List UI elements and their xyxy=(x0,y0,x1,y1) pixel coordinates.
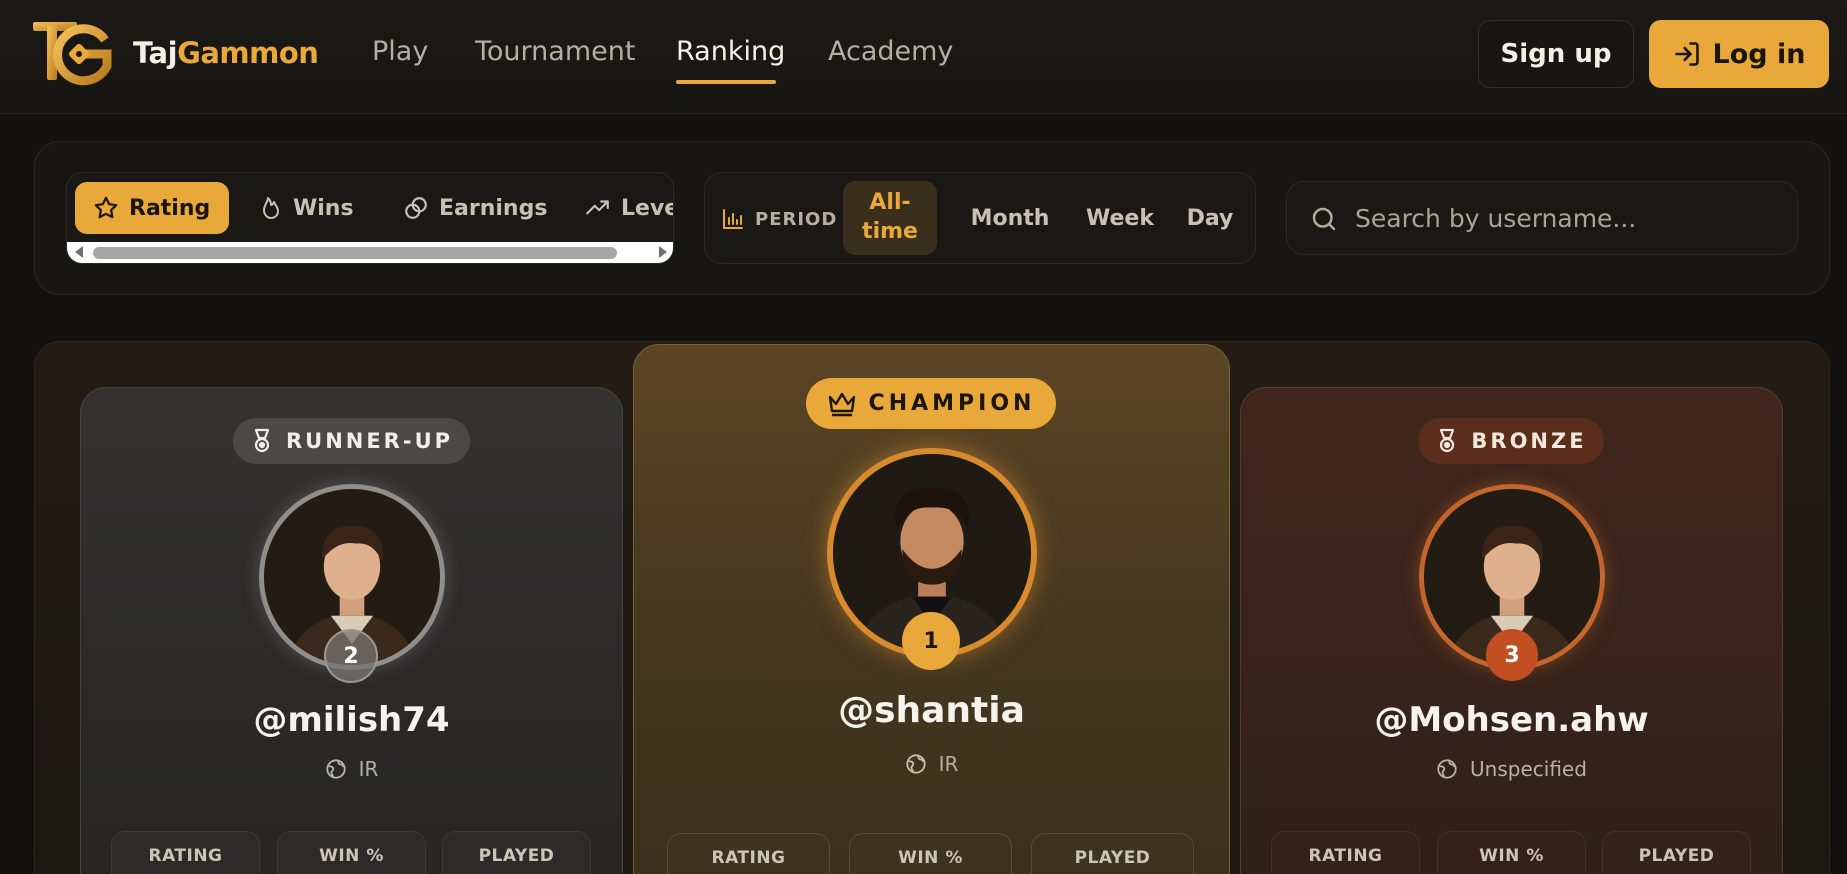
nav-tournament[interactable]: Tournament xyxy=(475,36,635,67)
champion-username[interactable]: @shantia xyxy=(633,690,1230,731)
coins-icon xyxy=(405,197,427,219)
rank-number-2: 2 xyxy=(324,629,378,683)
runner-up-stat-played: PLAYED xyxy=(442,831,591,874)
tab-earnings[interactable]: Earnings xyxy=(403,182,547,234)
star-icon xyxy=(94,196,118,219)
runner-up-badge-label: RUNNER-UP xyxy=(285,429,454,453)
globe-icon xyxy=(1437,759,1457,779)
login-label: Log in xyxy=(1712,38,1806,70)
runner-up-country: IR xyxy=(80,757,623,781)
runner-up-username[interactable]: @milish74 xyxy=(80,700,623,740)
bronze-stat-rating: RATING xyxy=(1271,831,1420,874)
champion-badge-label: CHAMPION xyxy=(868,391,1036,416)
period-selector: PERIOD All-time Month Week Day xyxy=(704,172,1256,264)
bronze-country-label: Unspecified xyxy=(1470,757,1587,781)
nav-ranking[interactable]: Ranking xyxy=(676,36,785,67)
champion-stat-rating: RATING xyxy=(667,833,830,874)
bronze-username[interactable]: @Mohsen.ahw xyxy=(1240,700,1783,740)
search-input[interactable] xyxy=(1355,198,1775,238)
tab-rating[interactable]: Rating xyxy=(75,182,229,234)
scroll-left-arrow[interactable] xyxy=(75,246,83,258)
period-month[interactable]: Month xyxy=(955,201,1065,235)
runner-up-stat-rating: RATING xyxy=(111,831,260,874)
bronze-stat-played: PLAYED xyxy=(1602,831,1751,874)
tab-wins-label: Wins xyxy=(293,195,354,221)
top-navbar: TajGammon Play Tournament Ranking Academ… xyxy=(0,0,1847,114)
brand-name-part2: Gammon xyxy=(177,36,319,70)
tab-rating-label: Rating xyxy=(129,195,211,221)
signup-button[interactable]: Sign up xyxy=(1478,20,1634,88)
rank-number-3: 3 xyxy=(1486,629,1538,681)
globe-icon xyxy=(325,759,346,779)
crown-icon xyxy=(828,392,855,416)
bronze-stat-winpct: WIN % xyxy=(1437,831,1586,874)
nav-academy[interactable]: Academy xyxy=(828,36,953,67)
medal-icon xyxy=(1440,428,1455,453)
tab-level-label: Level xyxy=(621,195,673,221)
period-day[interactable]: Day xyxy=(1175,201,1245,235)
nav-active-underline xyxy=(676,80,776,84)
runner-up-badge: RUNNER-UP xyxy=(233,418,470,464)
runner-up-stat-winpct: WIN % xyxy=(277,831,426,874)
tab-level[interactable]: Level xyxy=(585,182,673,234)
rank-number-1: 1 xyxy=(902,612,960,670)
champion-stat-winpct: WIN % xyxy=(849,833,1012,874)
metric-tabs: Rating Wins Earnings Level xyxy=(66,172,674,264)
metric-tabs-scrollbar[interactable] xyxy=(67,242,673,263)
tab-earnings-label: Earnings xyxy=(439,195,548,221)
login-icon xyxy=(1674,42,1699,66)
medal-icon xyxy=(254,428,270,453)
brand-name-part1: Taj xyxy=(133,36,178,70)
bar-chart-icon xyxy=(723,209,743,229)
scrollbar-thumb[interactable] xyxy=(93,247,617,259)
bronze-badge-label: BRONZE xyxy=(1471,429,1587,453)
period-alltime[interactable]: All-time xyxy=(843,181,937,255)
champion-country: IR xyxy=(633,752,1230,776)
period-week[interactable]: Week xyxy=(1075,201,1165,235)
search-icon xyxy=(1312,207,1336,231)
bronze-badge: BRONZE xyxy=(1418,418,1604,464)
period-label: PERIOD xyxy=(721,207,837,231)
flame-icon xyxy=(263,197,279,219)
login-button[interactable]: Log in xyxy=(1649,20,1829,88)
champion-badge: CHAMPION xyxy=(806,378,1056,429)
champion-country-label: IR xyxy=(938,752,959,776)
scroll-right-arrow[interactable] xyxy=(659,246,667,258)
brand-name[interactable]: TajGammon xyxy=(133,36,319,70)
champion-stat-played: PLAYED xyxy=(1031,833,1194,874)
bronze-country: Unspecified xyxy=(1240,757,1783,781)
runner-up-country-label: IR xyxy=(358,757,379,781)
globe-icon xyxy=(905,754,926,774)
nav-play[interactable]: Play xyxy=(372,36,428,67)
search-bar xyxy=(1286,181,1798,255)
tab-wins[interactable]: Wins xyxy=(259,182,354,234)
period-label-text: PERIOD xyxy=(755,208,838,230)
tajgammon-logo[interactable] xyxy=(33,20,115,86)
trend-up-icon xyxy=(586,200,609,215)
